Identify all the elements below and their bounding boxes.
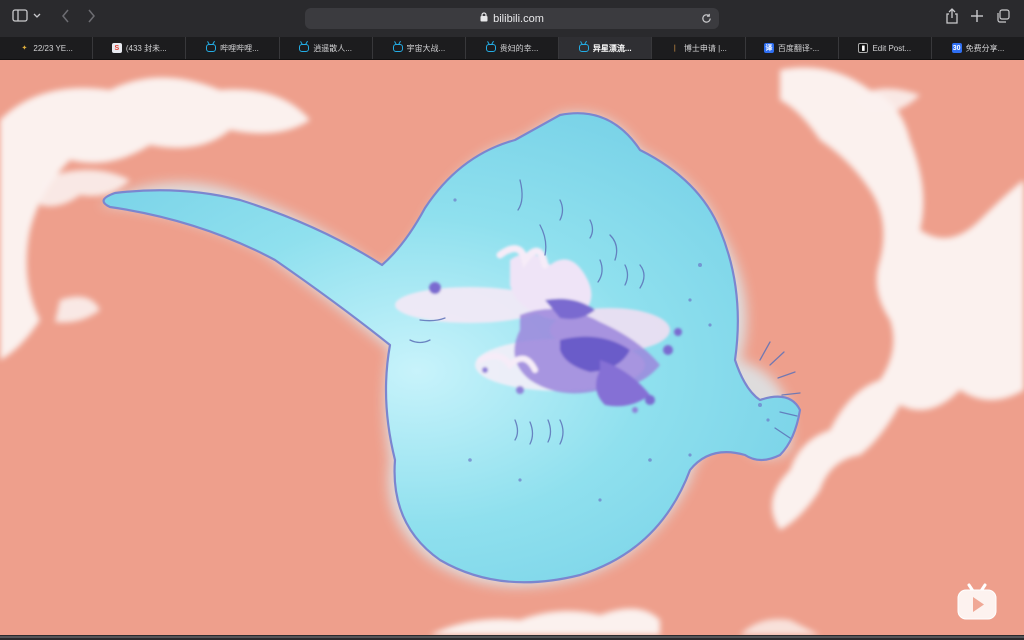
video-frame-illustration — [0, 67, 1024, 635]
tab-9[interactable]: 译 百度翻译-... — [744, 37, 838, 59]
sidebar-toggle-button[interactable] — [12, 8, 42, 28]
share-favicon-icon: 30 — [951, 43, 962, 53]
tab-label: 22/23 YE... — [33, 43, 73, 53]
tab-label: 宇宙大战... — [406, 43, 446, 53]
mail-favicon-icon: S — [111, 43, 122, 53]
plus-icon — [970, 9, 984, 28]
chevron-left-icon — [61, 9, 71, 28]
creature-body — [102, 112, 802, 584]
edit-favicon-icon: ▮ — [858, 43, 869, 53]
bilibili-favicon-icon — [578, 43, 589, 53]
bilibili-favicon-icon — [392, 43, 403, 53]
tab-11[interactable]: 30 免费分享... — [930, 37, 1024, 59]
tab-label: 哔哩哔哩... — [220, 43, 259, 53]
lock-icon — [480, 12, 488, 25]
tab-label: 免费分享... — [965, 43, 1005, 53]
tab-label: (433 封未... — [125, 43, 167, 53]
bilibili-favicon-icon — [299, 43, 310, 53]
tab-overview-icon — [996, 8, 1010, 28]
tab-label: 百度翻译-... — [777, 43, 820, 53]
tab-overview-button[interactable] — [993, 8, 1013, 28]
share-button[interactable] — [942, 7, 962, 29]
person-favicon-icon: ❘ — [671, 45, 678, 52]
tab-label: 异星漂流... — [592, 43, 632, 53]
cloud-bottom — [430, 608, 820, 635]
cloud-right — [772, 67, 1024, 530]
star-favicon-icon: ✦ — [21, 45, 28, 52]
tab-5[interactable]: 宇宙大战... — [371, 37, 465, 59]
url-text: bilibili.com — [493, 12, 544, 25]
forward-button[interactable] — [81, 9, 101, 27]
cloud-left-bottom — [55, 296, 100, 323]
back-button[interactable] — [56, 9, 76, 27]
bilibili-favicon-icon — [485, 43, 496, 53]
tab-label: Edit Post... — [872, 43, 912, 53]
tab-3[interactable]: 哔哩哔哩... — [185, 37, 278, 59]
reload-icon[interactable] — [699, 11, 713, 25]
tab-bar: ✦ 22/23 YE... S (433 封未... 哔哩哔哩... 逍遥散人.… — [0, 37, 1024, 60]
tab-label: 博士申请 |... — [683, 43, 727, 53]
browser-toolbar: bilibili.com — [0, 0, 1024, 37]
translate-favicon-icon: 译 — [763, 43, 774, 53]
tab-2[interactable]: S (433 封未... — [92, 37, 185, 59]
tab-4[interactable]: 逍遥散人... — [278, 37, 372, 59]
video-progress-track[interactable] — [0, 635, 1024, 640]
video-progress-bar — [0, 636, 1024, 638]
tab-1[interactable]: ✦ 22/23 YE... — [0, 37, 92, 59]
tab-6[interactable]: 贵妇的幸... — [464, 37, 558, 59]
tab-7-active[interactable]: 异星漂流... — [558, 37, 652, 59]
tab-label: 逍遥散人... — [313, 43, 352, 53]
video-player[interactable] — [0, 60, 1024, 635]
chevron-right-icon — [86, 9, 96, 28]
tab-label: 贵妇的幸... — [499, 43, 539, 53]
address-bar[interactable]: bilibili.com — [305, 8, 719, 29]
tab-10[interactable]: ▮ Edit Post... — [837, 37, 931, 59]
share-icon — [945, 7, 959, 29]
bilibili-tv-logo-icon — [957, 583, 997, 620]
new-tab-button[interactable] — [967, 9, 987, 27]
tab-8[interactable]: ❘ 博士申请 |... — [651, 37, 744, 59]
sidebar-icon — [12, 8, 42, 28]
bilibili-favicon-icon — [206, 43, 217, 53]
